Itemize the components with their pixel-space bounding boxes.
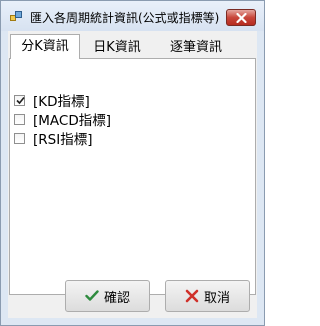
- title-bar[interactable]: 匯入各周期統計資訊(公式或指標等): [1, 1, 264, 31]
- macd-checkbox[interactable]: [14, 113, 25, 125]
- checkmark-icon: [16, 96, 25, 104]
- tab-panel: [KD指標] [MACD指標] [RSI指標]: [9, 58, 256, 295]
- checkmark-icon: [85, 290, 99, 302]
- ok-label: 確認: [103, 290, 130, 306]
- kd-checkbox[interactable]: [14, 94, 25, 106]
- kd-label: [KD指標]: [33, 94, 90, 110]
- tab-strip: 分K資訊 日K資訊 逐筆資訊: [8, 34, 257, 59]
- rsi-label: [RSI指標]: [33, 132, 93, 148]
- app-window-icon: [10, 11, 22, 23]
- dialog-body: 分K資訊 日K資訊 逐筆資訊 [KD指標] [MACD指標] [RSI指標]: [8, 31, 257, 318]
- x-icon: [185, 289, 199, 303]
- tab-tick[interactable]: 逐筆資訊: [156, 36, 236, 57]
- cancel-label: 取消: [203, 290, 230, 306]
- ok-button[interactable]: 確認: [65, 280, 150, 312]
- rsi-checkbox[interactable]: [14, 132, 25, 144]
- window-title: 匯入各周期統計資訊(公式或指標等): [30, 11, 220, 25]
- tab-minute-k[interactable]: 分K資訊: [10, 34, 80, 59]
- close-icon: [236, 13, 247, 23]
- macd-label: [MACD指標]: [33, 113, 112, 129]
- close-button[interactable]: [226, 9, 256, 26]
- option-macd[interactable]: [MACD指標]: [14, 110, 112, 129]
- option-kd[interactable]: [KD指標]: [14, 91, 90, 110]
- cancel-button[interactable]: 取消: [165, 280, 250, 312]
- dialog-window: 匯入各周期統計資訊(公式或指標等) 分K資訊 日K資訊 逐筆資訊 [KD指標]: [0, 0, 265, 326]
- tab-daily-k[interactable]: 日K資訊: [81, 36, 153, 57]
- option-rsi[interactable]: [RSI指標]: [14, 129, 93, 148]
